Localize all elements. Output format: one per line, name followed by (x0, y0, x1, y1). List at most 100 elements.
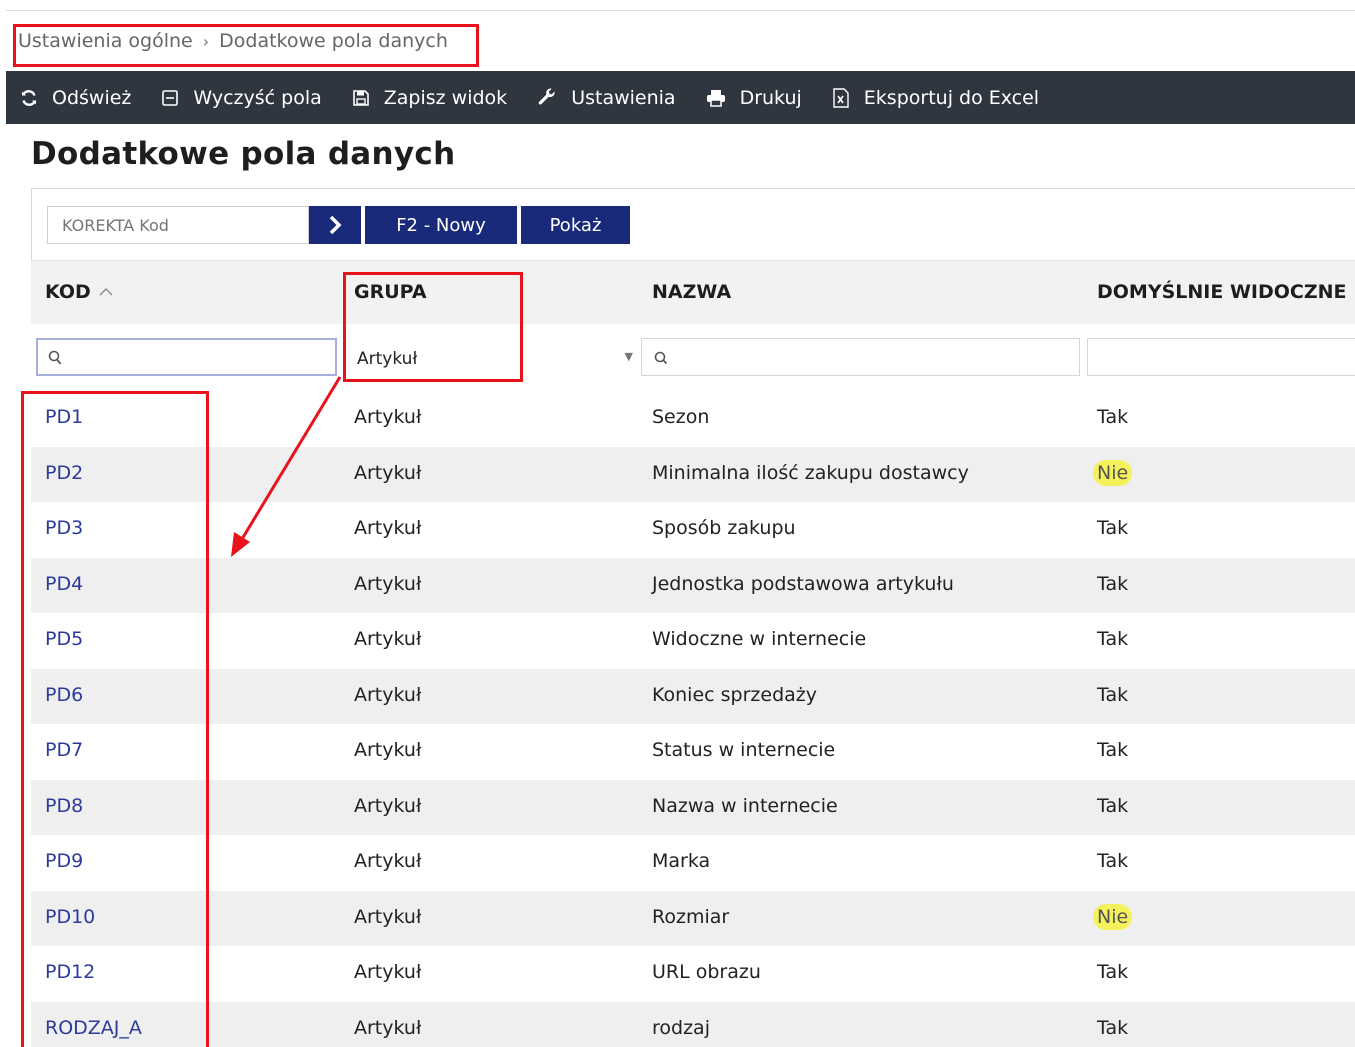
grupa-filter-select[interactable]: Artykuł ▼ (349, 338, 637, 376)
cell-nazwa: Koniec sprzedaży (652, 683, 817, 706)
cell-kod[interactable]: PD8 (45, 795, 83, 817)
column-header-nazwa[interactable]: NAZWA (652, 281, 731, 303)
table-row[interactable]: PD5 Artykuł Widoczne w internecie Tak (31, 613, 1355, 669)
breadcrumb-parent[interactable]: Ustawienia ogólne (18, 30, 193, 52)
cell-visible: Tak (1097, 628, 1128, 650)
refresh-button[interactable]: Odśwież (20, 87, 131, 109)
table-row[interactable]: PD3 Artykuł Sposób zakupu Tak (31, 502, 1355, 558)
cell-visible: Tak (1097, 850, 1128, 872)
visible-value: Nie (1093, 903, 1133, 930)
table-row[interactable]: PD8 Artykuł Nazwa w internecie Tak (31, 779, 1355, 835)
table-row[interactable]: RODZAJ_A Artykuł rodzaj Tak (31, 1001, 1355, 1047)
cell-visible: Tak (1097, 795, 1128, 817)
cell-visible: Tak (1097, 406, 1128, 428)
visible-value: Tak (1097, 850, 1129, 872)
cell-kod[interactable]: PD4 (45, 573, 83, 595)
cell-kod[interactable]: RODZAJ_A (45, 1017, 142, 1039)
cell-grupa: Artykuł (354, 683, 422, 706)
cell-visible: Tak (1097, 684, 1128, 706)
cell-kod[interactable]: PD3 (45, 517, 83, 539)
cell-kod[interactable]: PD5 (45, 628, 83, 650)
visible-value: Tak (1097, 572, 1129, 595)
cell-nazwa: Nazwa w internecie (652, 794, 838, 817)
table-row[interactable]: PD4 Artykuł Jednostka podstawowa artykułu T… (31, 557, 1355, 613)
save-icon (352, 89, 369, 106)
cell-kod[interactable]: PD1 (45, 406, 83, 428)
cell-grupa: Artykuł (354, 406, 422, 428)
clear-fields-label: Wyczyść pola (193, 86, 322, 109)
cell-grupa: Artykuł (354, 1016, 422, 1039)
table-row[interactable]: PD10 Artykuł Rozmiar Nie (31, 890, 1355, 946)
visible-value: Tak (1097, 1016, 1129, 1039)
cell-nazwa: Status w internecie (652, 739, 836, 761)
table-header: KOD GRUPA NAZWA DOMYŚLNIE WIDOCZNE (31, 260, 1355, 324)
kod-filter-input[interactable] (36, 338, 337, 376)
cell-kod[interactable]: PD6 (45, 684, 83, 706)
go-button[interactable] (309, 206, 361, 244)
top-divider (6, 10, 1355, 11)
show-button[interactable]: Pokaż (521, 206, 630, 244)
cell-grupa: Artykuł (354, 461, 422, 484)
settings-label: Ustawienia (571, 86, 676, 109)
visible-value: Tak (1097, 406, 1129, 428)
save-view-button[interactable]: Zapisz widok (352, 87, 507, 109)
cell-grupa: Artykuł (354, 628, 422, 650)
column-header-kod[interactable]: KOD (45, 281, 113, 303)
cell-grupa: Artykuł (354, 850, 422, 872)
cell-nazwa: URL obrazu (652, 961, 761, 983)
print-label: Drukuj (739, 86, 802, 109)
refresh-icon (22, 89, 36, 106)
new-button[interactable]: F2 - Nowy (365, 206, 517, 244)
cell-nazwa: Widoczne w internecie (652, 628, 867, 650)
cell-kod[interactable]: PD7 (45, 739, 83, 761)
export-excel-label: Eksportuj do Excel (863, 86, 1040, 109)
filter-row: Artykuł ▼ (31, 324, 1355, 390)
visible-value: Tak (1097, 739, 1129, 761)
cell-visible: Tak (1097, 573, 1128, 595)
cell-visible: Tak (1097, 1017, 1128, 1039)
cell-grupa: Artykuł (354, 794, 422, 817)
visible-value: Tak (1097, 628, 1129, 650)
cell-kod[interactable]: PD10 (45, 906, 95, 928)
table-row[interactable]: PD6 Artykuł Koniec sprzedaży Tak (31, 668, 1355, 724)
table-row[interactable]: PD7 Artykuł Status w internecie Tak (31, 724, 1355, 780)
export-excel-button[interactable]: Eksportuj do Excel (832, 87, 1039, 109)
dropdown-caret-icon: ▼ (624, 350, 633, 363)
cell-visible: Nie (1093, 459, 1133, 486)
column-header-visible[interactable]: DOMYŚLNIE WIDOCZNE (1097, 281, 1347, 303)
cell-nazwa: rodzaj (652, 1016, 710, 1039)
search-icon (654, 351, 668, 365)
sort-ascending-icon (99, 287, 113, 296)
cell-grupa: Artykuł (354, 905, 422, 928)
cell-grupa: Artykuł (354, 739, 422, 761)
column-header-grupa[interactable]: GRUPA (354, 281, 427, 303)
visible-filter-input[interactable] (1087, 338, 1355, 376)
print-button[interactable]: Drukuj (706, 87, 802, 109)
visible-value: Tak (1097, 517, 1129, 539)
column-header-kod-label: KOD (45, 281, 91, 303)
settings-button[interactable]: Ustawienia (537, 86, 676, 109)
cell-kod[interactable]: PD9 (45, 850, 83, 872)
breadcrumb: Ustawienia ogólne › Dodatkowe pola danyc… (18, 30, 448, 52)
visible-value: Tak (1097, 961, 1129, 983)
clear-fields-button[interactable]: Wyczyść pola (161, 86, 322, 109)
excel-icon (833, 87, 849, 108)
table-row[interactable]: PD9 Artykuł Marka Tak (31, 835, 1355, 891)
search-icon (48, 350, 62, 365)
wrench-icon (538, 88, 555, 104)
table-row[interactable]: PD2 Artykuł Minimalna ilość zakupu dostawc… (31, 446, 1355, 502)
nazwa-filter-input[interactable] (641, 338, 1080, 376)
cell-kod[interactable]: PD12 (45, 961, 95, 983)
cell-visible: Tak (1097, 739, 1128, 761)
table-row[interactable]: PD12 Artykuł URL obrazu Tak (31, 946, 1355, 1002)
cell-nazwa: Marka (652, 850, 711, 872)
code-search-input[interactable] (47, 206, 309, 244)
visible-value: Tak (1097, 683, 1129, 706)
breadcrumb-separator: › (202, 31, 210, 51)
refresh-label: Odśwież (52, 86, 132, 109)
table-row[interactable]: PD1 Artykuł Sezon Tak (31, 391, 1355, 447)
save-view-label: Zapisz widok (383, 86, 508, 109)
cell-nazwa: Rozmiar (652, 905, 730, 928)
cell-kod[interactable]: PD2 (45, 462, 83, 484)
cell-grupa: Artykuł (354, 572, 422, 595)
